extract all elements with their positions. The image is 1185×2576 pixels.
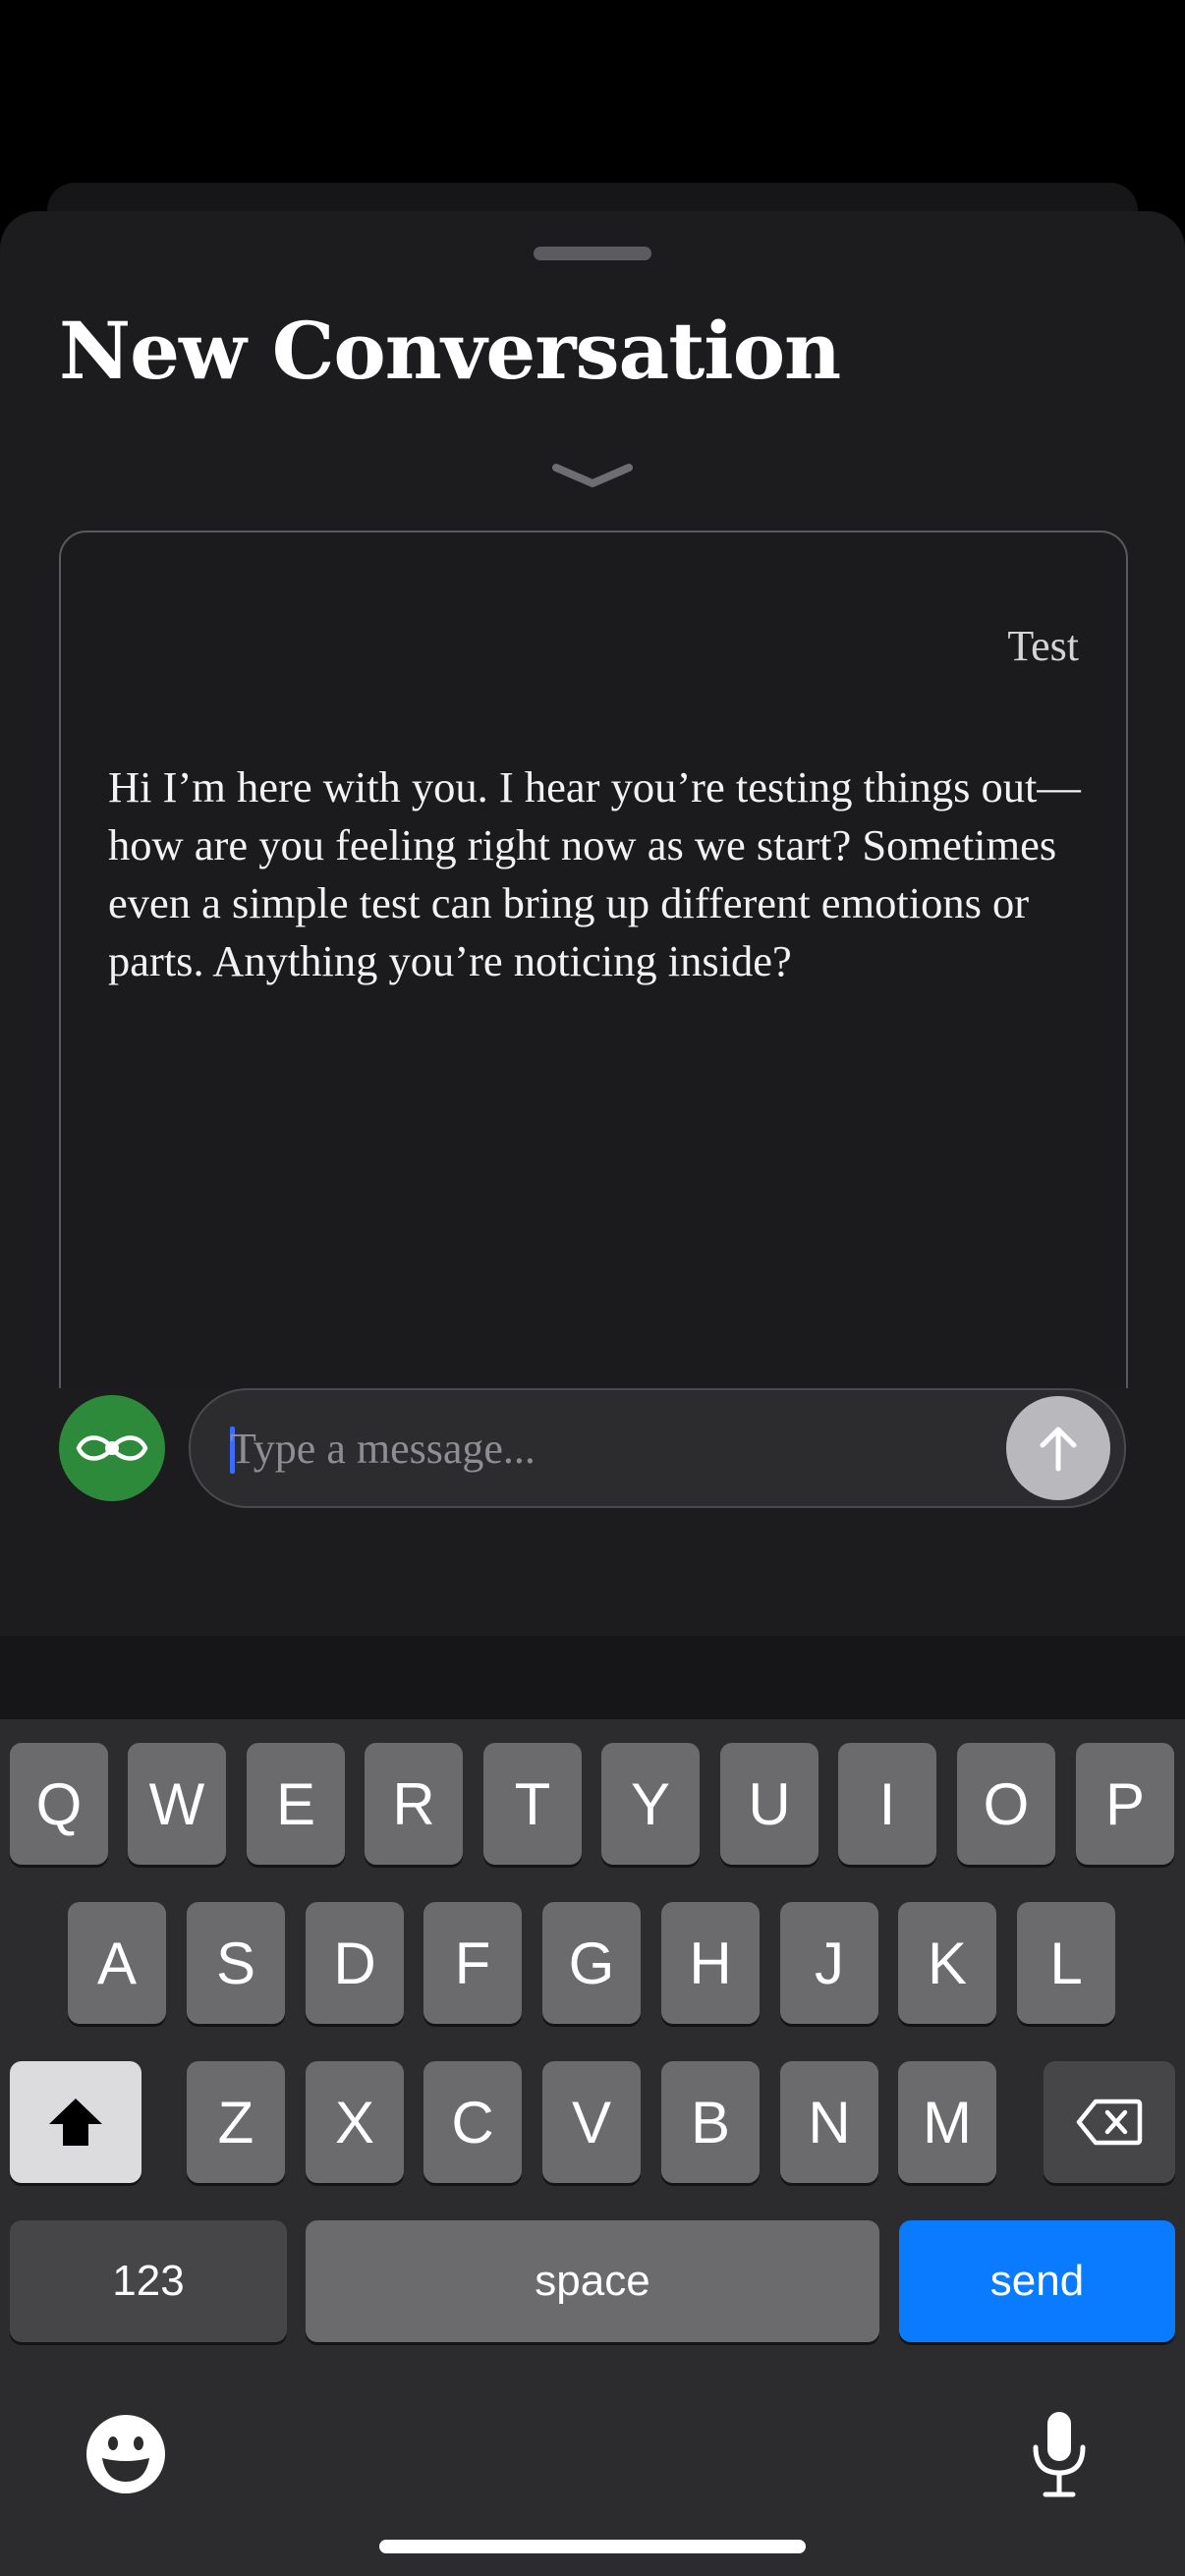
page-title: New Conversation (59, 305, 841, 397)
key-b[interactable]: B (661, 2061, 760, 2183)
dictation-button[interactable] (1012, 2407, 1106, 2501)
key-n[interactable]: N (780, 2061, 878, 2183)
key-f[interactable]: F (423, 1902, 522, 2024)
message-input[interactable] (230, 1390, 977, 1506)
shift-key[interactable] (10, 2061, 141, 2183)
key-o[interactable]: O (957, 1743, 1055, 1865)
key-a[interactable]: A (68, 1902, 166, 2024)
key-q[interactable]: Q (10, 1743, 108, 1865)
key-j[interactable]: J (780, 1902, 878, 2024)
key-x[interactable]: X (306, 2061, 404, 2183)
microphone-icon (1033, 2412, 1086, 2497)
numbers-key[interactable]: 123 (10, 2220, 287, 2342)
message-field[interactable] (189, 1388, 1126, 1508)
emoji-button[interactable] (79, 2407, 173, 2501)
infinity-eye-icon (76, 1435, 148, 1461)
key-y[interactable]: Y (601, 1743, 700, 1865)
user-message: Test (1007, 622, 1079, 670)
key-v[interactable]: V (542, 2061, 641, 2183)
backspace-icon (1076, 2099, 1143, 2146)
shift-icon (49, 2099, 102, 2146)
sheet-grabber[interactable] (534, 247, 651, 260)
key-z[interactable]: Z (187, 2061, 285, 2183)
collapse-button[interactable] (550, 460, 635, 493)
message-thread[interactable]: Test Hi I’m here with you. I hear you’re… (59, 531, 1128, 1419)
space-key[interactable]: space (306, 2220, 879, 2342)
composer-bar (0, 1388, 1185, 1636)
arrow-up-icon (1040, 1427, 1077, 1472)
keyboard-gap (0, 1636, 1185, 1719)
keyboard: Q W E R T Y U I O P A S D F G H J K L Z … (0, 1719, 1185, 2576)
key-r[interactable]: R (365, 1743, 463, 1865)
key-u[interactable]: U (720, 1743, 818, 1865)
send-key[interactable]: send (899, 2220, 1175, 2342)
app-logo-button[interactable] (59, 1395, 165, 1501)
key-i[interactable]: I (838, 1743, 936, 1865)
key-m[interactable]: M (898, 2061, 996, 2183)
key-l[interactable]: L (1017, 1902, 1115, 2024)
key-s[interactable]: S (187, 1902, 285, 2024)
emoji-icon (86, 2415, 165, 2493)
key-e[interactable]: E (247, 1743, 345, 1865)
key-c[interactable]: C (423, 2061, 522, 2183)
send-message-button[interactable] (1006, 1396, 1110, 1500)
key-t[interactable]: T (483, 1743, 582, 1865)
key-d[interactable]: D (306, 1902, 404, 2024)
key-h[interactable]: H (661, 1902, 760, 2024)
key-g[interactable]: G (542, 1902, 641, 2024)
key-k[interactable]: K (898, 1902, 996, 2024)
delete-key[interactable] (1044, 2061, 1175, 2183)
home-indicator (379, 2540, 806, 2553)
assistant-message: Hi I’m here with you. I hear you’re test… (108, 762, 1081, 985)
key-p[interactable]: P (1076, 1743, 1174, 1865)
chevron-down-icon (552, 464, 633, 487)
key-w[interactable]: W (128, 1743, 226, 1865)
